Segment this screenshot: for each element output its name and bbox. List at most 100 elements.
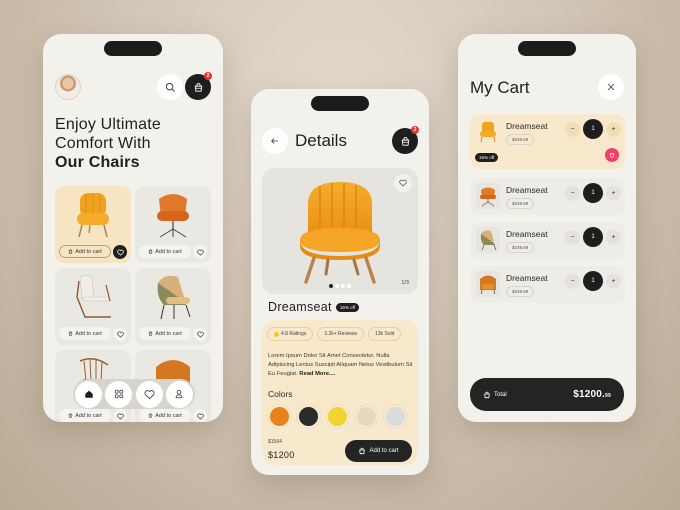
- cart-item[interactable]: Dreamseat $249.69 − 1 +: [470, 266, 625, 303]
- heart-icon: [116, 331, 124, 338]
- discount-badge: 15% off: [335, 302, 360, 312]
- decrease-button[interactable]: −: [565, 273, 580, 289]
- read-more-link[interactable]: Read More....: [299, 371, 335, 377]
- shopping-bag-icon: [68, 249, 73, 254]
- colors-label: Colors: [268, 389, 293, 399]
- dynamic-island: [311, 96, 369, 111]
- add-to-cart-label: Add to cart: [155, 330, 182, 337]
- cart-button[interactable]: 2: [392, 126, 419, 154]
- nav-categories[interactable]: [105, 380, 133, 408]
- favorite-button[interactable]: [113, 327, 127, 341]
- back-button[interactable]: [262, 128, 288, 154]
- page-title: Details: [295, 131, 347, 150]
- cart-item-name: Dreamseat: [506, 273, 548, 283]
- carousel-dot[interactable]: [347, 284, 351, 288]
- increase-button[interactable]: +: [606, 229, 621, 245]
- heart-icon: [116, 249, 124, 256]
- product-card[interactable]: Add to cart: [135, 268, 211, 345]
- avatar[interactable]: [55, 74, 81, 100]
- delete-button[interactable]: [605, 148, 619, 162]
- cart-item-price: $249.69: [506, 286, 535, 297]
- decrease-button[interactable]: −: [565, 185, 580, 201]
- add-to-cart-button[interactable]: Add to cart: [139, 245, 191, 258]
- add-to-cart-button[interactable]: Add to cart: [59, 245, 111, 258]
- heart-icon: [399, 179, 407, 187]
- add-to-cart-button[interactable]: Add to cart: [139, 327, 191, 340]
- product-image-carousel[interactable]: 1/3: [262, 168, 418, 294]
- add-to-cart-label: Add to cart: [155, 412, 182, 419]
- search-icon: [165, 82, 175, 92]
- quantity-value: 1: [583, 271, 603, 291]
- add-to-cart-button[interactable]: Add to cart: [345, 440, 412, 462]
- color-swatch-gray[interactable]: [384, 405, 407, 428]
- close-button[interactable]: [598, 74, 624, 100]
- cart-item[interactable]: Dreamseat $249.69 − 1 +: [470, 222, 625, 259]
- add-to-cart-label: Add to cart: [75, 248, 102, 255]
- favorite-button[interactable]: [113, 245, 127, 259]
- olive-tan-lounge-chair-image: [157, 275, 191, 320]
- product-card[interactable]: Add to cart: [135, 186, 211, 263]
- orange-scalloped-armchair-image: [77, 193, 109, 238]
- product-card[interactable]: Add to cart: [55, 268, 131, 345]
- favorite-button[interactable]: [193, 245, 207, 259]
- add-to-cart-button[interactable]: Add to cart: [139, 409, 191, 422]
- shopping-bag-icon: [148, 249, 153, 254]
- color-swatch-orange[interactable]: [268, 405, 291, 428]
- carousel-dot[interactable]: [335, 284, 339, 288]
- total-amount-cents: 99: [605, 393, 611, 399]
- heart-icon: [196, 413, 204, 420]
- increase-button[interactable]: +: [606, 185, 621, 201]
- color-swatch-black[interactable]: [297, 405, 320, 428]
- add-to-cart-label: Add to cart: [155, 248, 182, 255]
- decrease-button[interactable]: −: [565, 121, 580, 137]
- heart-icon: [144, 389, 155, 399]
- search-button[interactable]: [157, 74, 183, 100]
- shopping-bag-icon: [148, 331, 153, 336]
- dynamic-island: [518, 41, 576, 56]
- reviews-chip[interactable]: 3.2k+ Reviews: [317, 327, 364, 341]
- shopping-bag-icon: [401, 136, 409, 146]
- orange-leather-tub-chair-image: [476, 271, 500, 297]
- carousel-dot-active[interactable]: [329, 284, 333, 288]
- cart-item-name: Dreamseat: [506, 121, 548, 131]
- total-label: Total: [494, 391, 507, 398]
- carousel-dot[interactable]: [341, 284, 345, 288]
- color-swatch-beige[interactable]: [355, 405, 378, 428]
- shopping-bag-icon: [359, 447, 366, 455]
- color-swatch-yellow[interactable]: [326, 405, 349, 428]
- add-to-cart-label: Add to cart: [75, 412, 102, 419]
- olive-tan-lounge-chair-image: [476, 227, 500, 253]
- favorite-button[interactable]: [193, 327, 207, 341]
- nav-profile[interactable]: [165, 380, 193, 408]
- cart-item-price: $249.69: [506, 134, 535, 145]
- dynamic-island: [104, 41, 162, 56]
- cart-button[interactable]: 2: [185, 72, 212, 100]
- nav-favorites[interactable]: [135, 380, 163, 408]
- shopping-bag-icon: [68, 331, 73, 336]
- product-card[interactable]: Add to cart: [55, 186, 131, 263]
- add-to-cart-button[interactable]: Add to cart: [59, 327, 111, 340]
- add-to-cart-button[interactable]: Add to cart: [59, 409, 111, 422]
- ratings-text: 4.8 Ratings: [281, 331, 307, 337]
- original-price: $1564: [268, 439, 282, 445]
- nav-home[interactable]: [75, 380, 102, 408]
- favorite-button[interactable]: [394, 174, 412, 192]
- increase-button[interactable]: +: [606, 273, 621, 289]
- product-name: Dreamseat: [268, 300, 332, 314]
- total-amount: $1200.99: [573, 389, 611, 400]
- sold-text: 13k Sold: [374, 331, 395, 337]
- cart-screen: My Cart Dreamseat $249.69 − 1 + 15% off: [458, 34, 636, 422]
- user-icon: [176, 390, 183, 399]
- product-info-panel: 4.8 Ratings 3.2k+ Reviews 13k Sold Lorem…: [262, 320, 418, 465]
- favorite-button[interactable]: [113, 409, 127, 422]
- decrease-button[interactable]: −: [565, 229, 580, 245]
- quantity-value: 1: [583, 227, 603, 247]
- trash-icon: [610, 153, 614, 158]
- cart-item[interactable]: Dreamseat $249.69 − 1 + 15% off: [470, 114, 625, 169]
- product-description: Lorem Ipsum Dolor Sit Amet Consectetur. …: [268, 352, 414, 379]
- checkout-total-bar[interactable]: Total $1200.99: [470, 378, 624, 411]
- favorite-button[interactable]: [193, 409, 207, 422]
- cart-item[interactable]: Dreamseat $249.69 − 1 +: [470, 178, 625, 215]
- increase-button[interactable]: +: [606, 121, 621, 137]
- orange-swivel-chair-image: [476, 183, 500, 209]
